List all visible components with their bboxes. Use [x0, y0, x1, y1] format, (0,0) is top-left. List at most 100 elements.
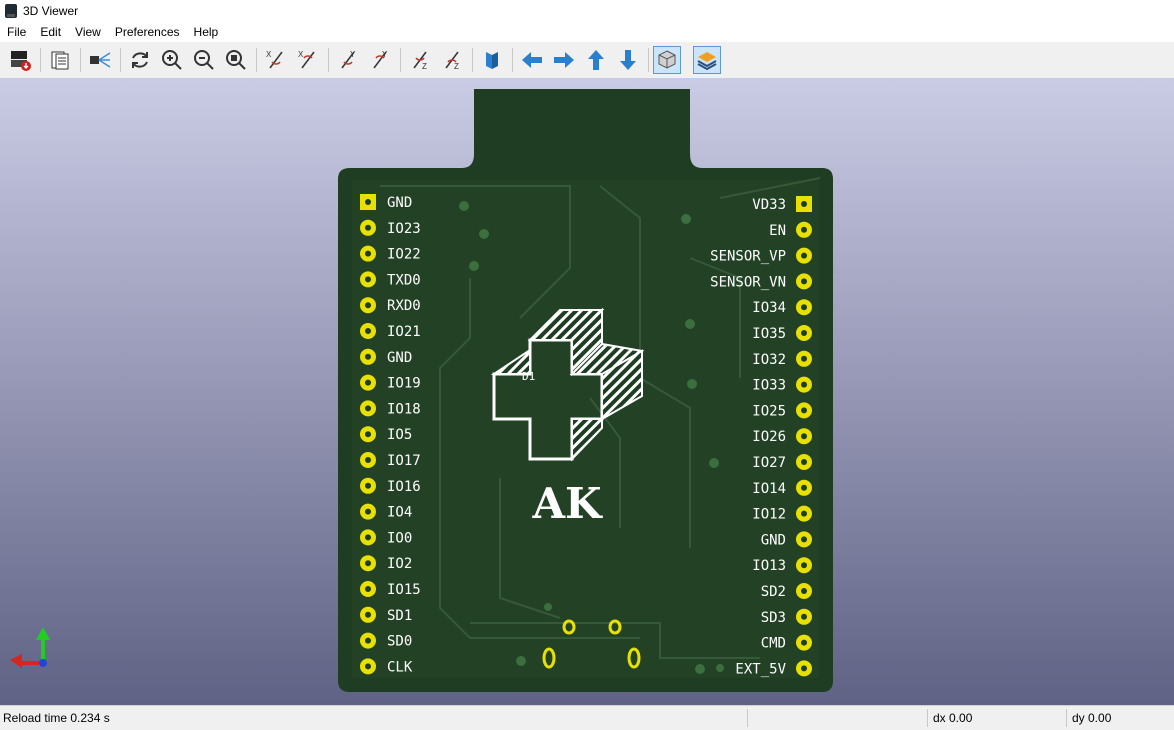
pin-hole: [801, 226, 807, 233]
separator: [40, 48, 41, 72]
pin-hole: [801, 562, 807, 569]
arrow-left-icon: [522, 52, 542, 68]
rotate-z-ccw-button[interactable]: Z: [438, 46, 466, 74]
pin-label: GND: [387, 195, 412, 211]
layers-icon: [697, 52, 717, 71]
logo-text: AK: [531, 479, 603, 528]
pin-label: IO15: [387, 582, 421, 598]
pin-label: SD0: [387, 634, 412, 650]
pin-hole: [801, 665, 807, 672]
reload-time: Reload time 0.234 s: [3, 711, 110, 725]
pin-hole: [801, 278, 807, 285]
rotate-x-ccw-button[interactable]: X: [294, 46, 322, 74]
export-button[interactable]: [6, 46, 34, 74]
pin-label: IO0: [387, 530, 412, 546]
separator: [512, 48, 513, 72]
cube-icon: [658, 50, 676, 69]
pin-label: CLK: [387, 659, 413, 675]
pin-label: GND: [761, 532, 786, 548]
rotate-y-cw-button[interactable]: Y: [334, 46, 362, 74]
svg-text:X: X: [266, 50, 272, 59]
pin-hole: [801, 536, 807, 543]
3d-viewport[interactable]: D1 AK GND IO23 IO22 TXD0 RXD0 IO21 GND IO19 IO18…: [0, 78, 1174, 705]
pin-label: RXD0: [387, 298, 421, 314]
rotate-z-cw-icon: Z: [413, 51, 427, 71]
menu-preferences[interactable]: Preferences: [108, 22, 187, 42]
copy-button[interactable]: [46, 46, 74, 74]
pin-hole: [365, 431, 371, 438]
zoom-out-button[interactable]: [190, 46, 218, 74]
zoom-in-button[interactable]: [158, 46, 186, 74]
pin-label: IO17: [387, 453, 421, 469]
pin-label: IO34: [752, 300, 786, 316]
menu-file[interactable]: File: [0, 22, 33, 42]
pin-hole: [365, 663, 371, 670]
axis-gizmo: [10, 627, 50, 668]
pin-label: IO14: [752, 481, 786, 497]
pin-label: SD2: [761, 584, 786, 600]
pin-label: EN: [769, 223, 786, 239]
menu-view[interactable]: View: [68, 22, 108, 42]
app-icon: [5, 4, 17, 18]
pin-label: SD3: [761, 610, 786, 626]
separator: [328, 48, 329, 72]
pin-label: CMD: [761, 636, 786, 652]
status-divider: [1066, 709, 1067, 727]
pin-hole: [801, 459, 807, 465]
svg-text:Z: Z: [422, 62, 427, 71]
pin-hole: [801, 330, 807, 336]
rotate-x-ccw-icon: X: [298, 50, 315, 69]
rotate-z-cw-button[interactable]: Z: [406, 46, 434, 74]
pin-label: TXD0: [387, 272, 421, 288]
menu-help[interactable]: Help: [187, 22, 226, 42]
arrow-up-icon: [588, 50, 604, 70]
pin-hole: [365, 250, 371, 257]
pin-label: SENSOR_VN: [710, 274, 786, 290]
menu-edit[interactable]: Edit: [33, 22, 68, 42]
separator: [400, 48, 401, 72]
pin-hole: [365, 302, 371, 309]
pin-hole: [801, 201, 807, 207]
rotate-x-cw-button[interactable]: X: [262, 46, 290, 74]
dy-readout: dy 0.00: [1072, 711, 1112, 725]
pin-label: IO23: [387, 221, 421, 237]
pin-hole: [365, 199, 371, 205]
reload-button[interactable]: [126, 46, 154, 74]
pin-hole: [801, 484, 807, 491]
status-bar: Reload time 0.234 s dx 0.00 dy 0.00: [0, 705, 1174, 730]
rotate-y-ccw-button[interactable]: Y: [366, 46, 394, 74]
pin-hole: [365, 405, 371, 412]
pin-label: IO32: [752, 352, 786, 368]
dx-readout: dx 0.00: [933, 711, 973, 725]
pin-hole: [801, 588, 807, 594]
move-right-button[interactable]: [550, 46, 578, 74]
pin-hole: [801, 639, 807, 646]
pin-label: SD1: [387, 608, 412, 624]
move-up-button[interactable]: [582, 46, 610, 74]
zoom-fit-icon: [226, 50, 246, 70]
separator: [256, 48, 257, 72]
flip-board-button[interactable]: [478, 46, 506, 74]
ref-designator: D1: [522, 370, 535, 383]
layers-toggle[interactable]: [693, 46, 721, 74]
rotate-y-cw-icon: Y: [341, 50, 356, 69]
pin-hole: [365, 611, 371, 618]
raytrace-button[interactable]: [86, 46, 114, 74]
pin-hole: [365, 353, 371, 360]
move-down-button[interactable]: [614, 46, 642, 74]
pin-label: EXT_5V: [735, 661, 786, 677]
export-icon: [11, 51, 31, 71]
status-divider: [927, 709, 928, 727]
move-left-button[interactable]: [518, 46, 546, 74]
refresh-icon: [132, 52, 148, 68]
pin-hole: [365, 457, 371, 463]
zoom-in-icon: [162, 50, 182, 70]
pin-label: IO13: [752, 558, 786, 574]
pin-label: IO18: [387, 401, 421, 417]
pin-hole: [365, 482, 371, 489]
orthographic-toggle[interactable]: [653, 46, 681, 74]
window-title: 3D Viewer: [23, 4, 79, 18]
zoom-fit-button[interactable]: [222, 46, 250, 74]
pin-hole: [801, 433, 807, 440]
pin-label: IO12: [752, 507, 786, 523]
